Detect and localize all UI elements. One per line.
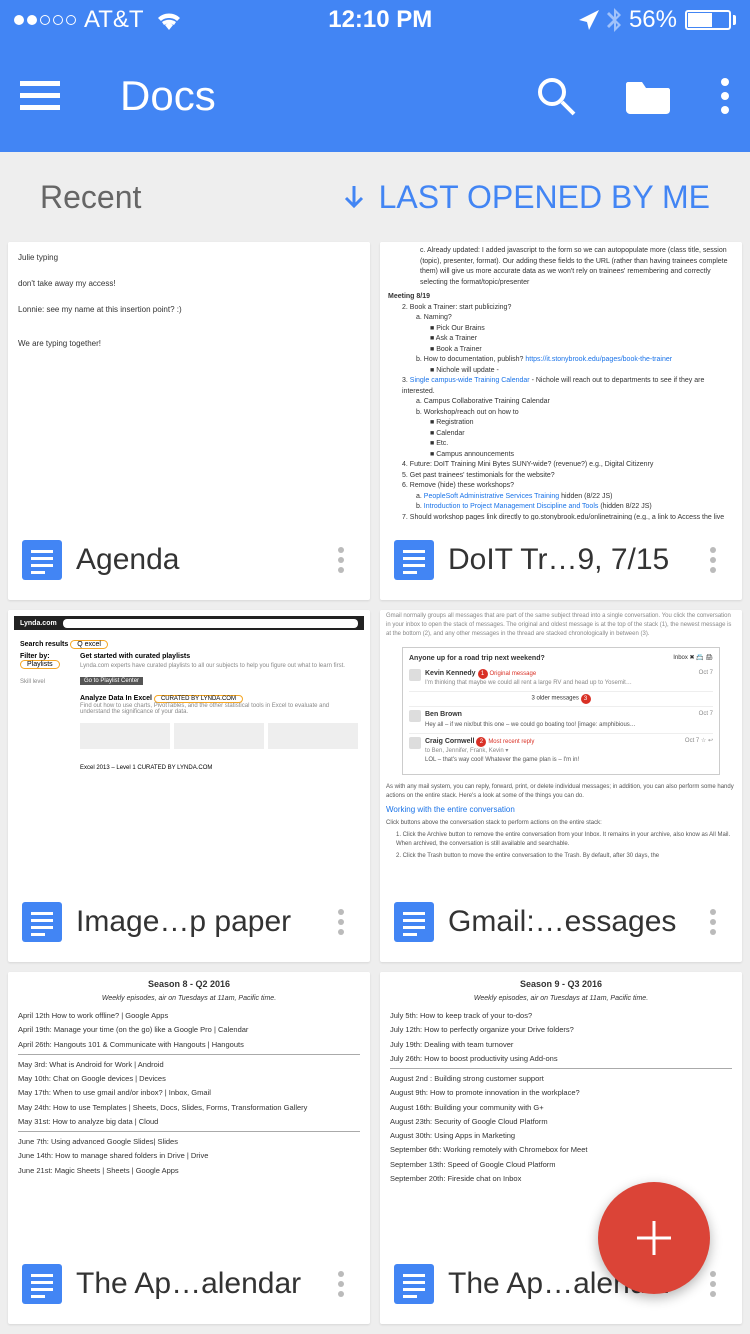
docs-file-icon xyxy=(22,540,62,580)
docs-file-icon xyxy=(22,902,62,942)
sort-option-label: LAST OPENED BY ME xyxy=(379,179,710,216)
carrier-label: AT&T xyxy=(84,6,144,34)
doc-thumbnail: Julie typing don't take away my access! … xyxy=(8,242,370,520)
doc-card[interactable]: Lynda.com Search results Q excel Filter … xyxy=(8,610,370,962)
doc-card[interactable]: Season 8 - Q2 2016 Weekly episodes, air … xyxy=(8,972,370,1324)
doc-title: Image…p paper xyxy=(76,905,312,939)
doc-grid: Julie typing don't take away my access! … xyxy=(0,242,750,1324)
search-icon[interactable] xyxy=(536,76,576,116)
doc-card[interactable]: Gmail normally groups all messages that … xyxy=(380,610,742,962)
docs-file-icon xyxy=(394,540,434,580)
more-vert-icon[interactable] xyxy=(326,909,356,935)
status-bar: AT&T 12:10 PM 56% xyxy=(0,0,750,40)
sort-option[interactable]: LAST OPENED BY ME xyxy=(341,179,710,216)
doc-thumbnail: c. Already updated: I added javascript t… xyxy=(380,242,742,520)
doc-title: DoIT Tr…9, 7/15 xyxy=(448,543,684,577)
signal-dots-icon xyxy=(14,15,76,25)
sort-label: Recent xyxy=(40,179,141,216)
more-vert-icon[interactable] xyxy=(720,76,730,116)
docs-file-icon xyxy=(22,1264,62,1304)
battery-icon xyxy=(685,10,736,30)
location-icon xyxy=(579,10,599,30)
doc-thumbnail: Gmail normally groups all messages that … xyxy=(380,610,742,882)
more-vert-icon[interactable] xyxy=(326,547,356,573)
app-bar: Docs xyxy=(0,40,750,152)
time-label: 12:10 PM xyxy=(328,6,432,34)
doc-title: Agenda xyxy=(76,543,312,577)
docs-file-icon xyxy=(394,902,434,942)
arrow-down-icon xyxy=(341,184,367,210)
docs-file-icon xyxy=(394,1264,434,1304)
doc-thumbnail: Lynda.com Search results Q excel Filter … xyxy=(8,610,370,882)
battery-pct-label: 56% xyxy=(629,6,677,34)
doc-card[interactable]: c. Already updated: I added javascript t… xyxy=(380,242,742,600)
doc-title: The Ap…alendar xyxy=(76,1267,312,1301)
doc-thumbnail: Season 8 - Q2 2016 Weekly episodes, air … xyxy=(8,972,370,1244)
hamburger-menu-icon[interactable] xyxy=(20,81,60,111)
more-vert-icon[interactable] xyxy=(326,1271,356,1297)
folder-icon[interactable] xyxy=(626,78,670,114)
more-vert-icon[interactable] xyxy=(698,1271,728,1297)
wifi-icon xyxy=(156,10,182,30)
plus-icon xyxy=(633,1217,675,1259)
sort-bar: Recent LAST OPENED BY ME xyxy=(0,152,750,242)
fab-new-doc[interactable] xyxy=(598,1182,710,1294)
more-vert-icon[interactable] xyxy=(698,547,728,573)
doc-card[interactable]: Julie typing don't take away my access! … xyxy=(8,242,370,600)
more-vert-icon[interactable] xyxy=(698,909,728,935)
app-title: Docs xyxy=(120,72,536,120)
doc-title: Gmail:…essages xyxy=(448,905,684,939)
bluetooth-icon xyxy=(607,8,621,32)
